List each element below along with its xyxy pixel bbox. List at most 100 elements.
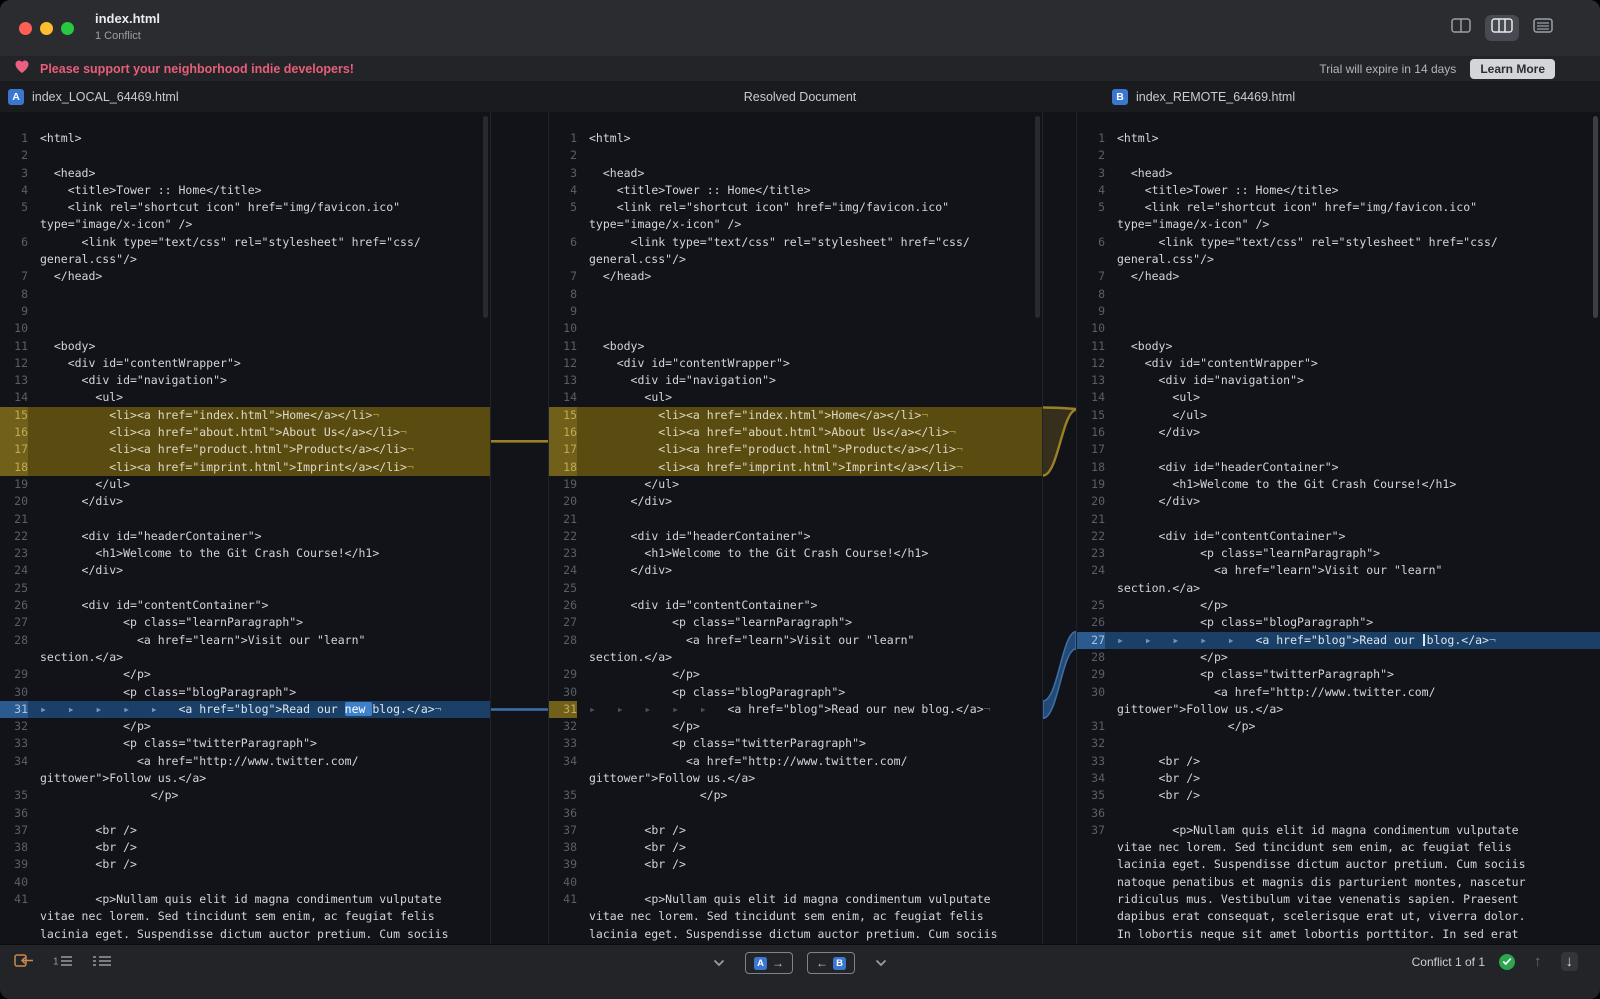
code-line[interactable]: 26 <p class="blogParagraph">	[1077, 614, 1600, 631]
code-line[interactable]: 9	[0, 303, 490, 320]
code-line[interactable]: 8	[0, 286, 490, 303]
local-scrollbar[interactable]	[483, 116, 488, 318]
code-line[interactable]: 24 </div>	[549, 562, 1042, 579]
code-line[interactable]: 3 <head>	[0, 165, 490, 182]
code-line[interactable]: 37 <p>Nullam quis elit id magna condimen…	[1077, 822, 1600, 945]
pane-local[interactable]: 1<html>23 <head>4 <title>Tower :: Home</…	[0, 112, 490, 945]
code-line[interactable]: 25	[0, 580, 490, 597]
code-line[interactable]: 22 <div id="headerContainer">	[0, 528, 490, 545]
code-line[interactable]: 15 <li><a href="index.html">Home</a></li…	[549, 407, 1042, 424]
take-remote-button[interactable]: ← B	[807, 952, 855, 974]
code-line[interactable]: 41 <p>Nullam quis elit id magna condimen…	[0, 891, 490, 945]
code-line[interactable]: 10	[0, 320, 490, 337]
code-line[interactable]: 36	[549, 805, 1042, 822]
code-line[interactable]: 24 <a href="learn">Visit our "learn" sec…	[1077, 562, 1600, 597]
code-line[interactable]: 1<html>	[0, 130, 490, 147]
code-line[interactable]: 20 </div>	[0, 493, 490, 510]
code-line[interactable]: 7 </head>	[549, 268, 1042, 285]
code-line[interactable]: 27▸ ▸ ▸ ▸ ▸ <a href="blog">Read our blog…	[1077, 632, 1600, 649]
change-list-button[interactable]	[90, 953, 114, 973]
learn-more-button[interactable]: Learn More	[1470, 59, 1555, 79]
pane-remote[interactable]: 1<html>23 <head>4 <title>Tower :: Home</…	[1077, 112, 1600, 945]
zoom-window-button[interactable]	[61, 22, 74, 35]
code-line[interactable]: 25	[549, 580, 1042, 597]
code-line[interactable]: 29 <p class="twitterParagraph">	[1077, 666, 1600, 683]
code-line[interactable]: 14 <ul>	[549, 389, 1042, 406]
code-line[interactable]: 11 <body>	[0, 338, 490, 355]
code-line[interactable]: 14 <ul>	[0, 389, 490, 406]
code-line[interactable]: 12 <div id="contentWrapper">	[1077, 355, 1600, 372]
code-line[interactable]: 20 </div>	[1077, 493, 1600, 510]
code-line[interactable]: 22 <div id="contentContainer">	[1077, 528, 1600, 545]
code-line[interactable]: 28 </p>	[1077, 649, 1600, 666]
code-line[interactable]: 13 <div id="navigation">	[0, 372, 490, 389]
code-line[interactable]: 18 <li><a href="imprint.html">Imprint</a…	[549, 459, 1042, 476]
take-a-options-button[interactable]	[707, 953, 731, 973]
code-line[interactable]: 9	[549, 303, 1042, 320]
code-line[interactable]: 30 <a href="http://www.twitter.com/ gitt…	[1077, 684, 1600, 719]
code-line[interactable]: 37 <br />	[549, 822, 1042, 839]
code-line[interactable]: 5 <link rel="shortcut icon" href="img/fa…	[0, 199, 490, 234]
code-line[interactable]: 38 <br />	[549, 839, 1042, 856]
code-line[interactable]: 14 <ul>	[1077, 389, 1600, 406]
code-line[interactable]: 34 <a href="http://www.twitter.com/ gitt…	[549, 753, 1042, 788]
code-line[interactable]: 7 </head>	[0, 268, 490, 285]
code-line[interactable]: 17	[1077, 441, 1600, 458]
previous-conflict-button[interactable]: ↑	[1529, 952, 1547, 971]
code-line[interactable]: 17 <li><a href="product.html">Product</a…	[0, 441, 490, 458]
code-line[interactable]: 12 <div id="contentWrapper">	[0, 355, 490, 372]
code-line[interactable]: 8	[549, 286, 1042, 303]
minimize-window-button[interactable]	[40, 22, 53, 35]
code-line[interactable]: 22 <div id="headerContainer">	[549, 528, 1042, 545]
code-line[interactable]: 8	[1077, 286, 1600, 303]
code-line[interactable]: 13 <div id="navigation">	[1077, 372, 1600, 389]
code-line[interactable]: 26 <div id="contentContainer">	[0, 597, 490, 614]
code-line[interactable]: 20 </div>	[549, 493, 1042, 510]
code-line[interactable]: 2	[549, 147, 1042, 164]
code-line[interactable]: 7 </head>	[1077, 268, 1600, 285]
code-line[interactable]: 41 <p>Nullam quis elit id magna condimen…	[549, 891, 1042, 945]
take-b-options-button[interactable]	[869, 953, 893, 973]
code-line[interactable]: 2	[0, 147, 490, 164]
take-local-button[interactable]: A →	[745, 952, 793, 974]
code-line[interactable]: 23 <h1>Welcome to the Git Crash Course!<…	[549, 545, 1042, 562]
code-line[interactable]: 31 </p>	[1077, 718, 1600, 735]
code-line[interactable]: 4 <title>Tower :: Home</title>	[0, 182, 490, 199]
code-line[interactable]: 10	[1077, 320, 1600, 337]
code-line[interactable]: 23 <p class="learnParagraph">	[1077, 545, 1600, 562]
code-line[interactable]: 34 <br />	[1077, 770, 1600, 787]
close-window-button[interactable]	[19, 22, 32, 35]
code-line[interactable]: 6 <link type="text/css" rel="stylesheet"…	[549, 234, 1042, 269]
code-line[interactable]: 15 </ul>	[1077, 407, 1600, 424]
code-line[interactable]: 27 <p class="learnParagraph">	[549, 614, 1042, 631]
code-line[interactable]: 32 </p>	[0, 718, 490, 735]
code-line[interactable]: 31▸ ▸ ▸ ▸ ▸ <a href="blog">Read our new …	[549, 701, 1042, 718]
code-line[interactable]: 34 <a href="http://www.twitter.com/ gitt…	[0, 753, 490, 788]
code-line[interactable]: 39 <br />	[549, 856, 1042, 873]
code-line[interactable]: 36	[1077, 805, 1600, 822]
code-line[interactable]: 28 <a href="learn">Visit our "learn" sec…	[549, 632, 1042, 667]
code-line[interactable]: 5 <link rel="shortcut icon" href="img/fa…	[1077, 199, 1600, 234]
code-line[interactable]: 18 <li><a href="imprint.html">Imprint</a…	[0, 459, 490, 476]
code-line[interactable]: 6 <link type="text/css" rel="stylesheet"…	[0, 234, 490, 269]
code-line[interactable]: 23 <h1>Welcome to the Git Crash Course!<…	[0, 545, 490, 562]
code-line[interactable]: 10	[549, 320, 1042, 337]
code-line[interactable]: 35 </p>	[0, 787, 490, 804]
changeset-navigator-button[interactable]	[12, 953, 36, 973]
code-line[interactable]: 6 <link type="text/css" rel="stylesheet"…	[1077, 234, 1600, 269]
code-line[interactable]: 28 <a href="learn">Visit our "learn" sec…	[0, 632, 490, 667]
remote-scrollbar[interactable]	[1593, 116, 1598, 318]
code-line[interactable]: 1<html>	[1077, 130, 1600, 147]
code-line[interactable]: 31▸ ▸ ▸ ▸ ▸ <a href="blog">Read our new …	[0, 701, 490, 718]
code-line[interactable]: 11 <body>	[1077, 338, 1600, 355]
code-line[interactable]: 30 <p class="blogParagraph">	[0, 684, 490, 701]
code-line[interactable]: 9	[1077, 303, 1600, 320]
code-line[interactable]: 21	[1077, 511, 1600, 528]
code-line[interactable]: 4 <title>Tower :: Home</title>	[549, 182, 1042, 199]
resolved-scrollbar[interactable]	[1035, 116, 1040, 318]
code-line[interactable]: 21	[549, 511, 1042, 528]
code-line[interactable]: 29 </p>	[549, 666, 1042, 683]
code-line[interactable]: 3 <head>	[549, 165, 1042, 182]
code-line[interactable]: 32	[1077, 735, 1600, 752]
three-pane-view-button[interactable]	[1485, 15, 1519, 41]
